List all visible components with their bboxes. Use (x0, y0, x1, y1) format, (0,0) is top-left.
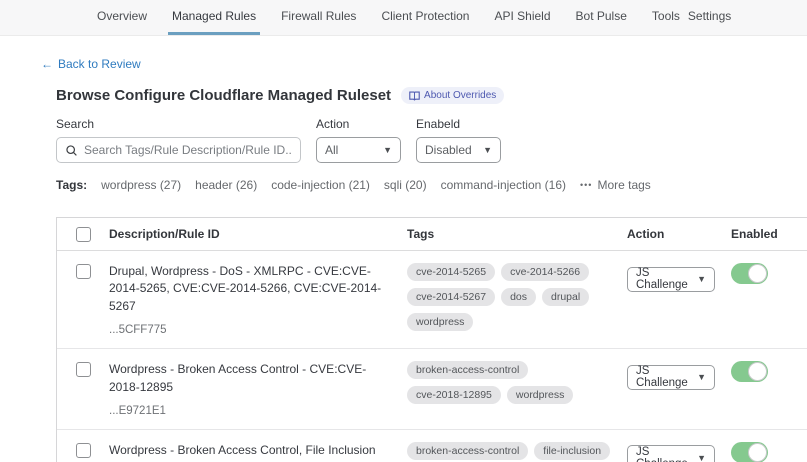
rule-tags: broken-access-controlfile-inclusionwordp… (407, 430, 627, 462)
search-input[interactable] (84, 143, 292, 157)
toggle-knob (748, 264, 767, 283)
column-tags: Tags (407, 227, 627, 241)
enabled-label: Enabeld (416, 117, 501, 131)
tag-pill: cve-2018-12895 (407, 386, 501, 404)
badge-label: About Overrides (424, 90, 496, 101)
page-title: Browse Configure Cloudflare Managed Rule… (56, 87, 391, 104)
action-filter-group: Action All ▼ (316, 117, 401, 163)
enabled-filter-value: Disabled (425, 143, 472, 157)
row-checkbox[interactable] (76, 362, 91, 377)
chevron-down-icon: ▼ (383, 145, 392, 155)
select-all-checkbox[interactable] (76, 227, 91, 242)
tag-pill: wordpress (407, 313, 473, 331)
rule-tags: cve-2014-5265 cve-2014-5266 cve-2014-5267 d… (407, 251, 627, 348)
back-to-review-link[interactable]: ← Back to Review (41, 57, 141, 71)
tab-api-shield[interactable]: API Shield (490, 0, 554, 35)
ellipsis-icon: ••• (580, 180, 592, 190)
action-filter-select[interactable]: All ▼ (316, 137, 401, 163)
tag-pill: dos (501, 288, 536, 306)
rule-tags: broken-access-control cve-2018-12895 wordp… (407, 349, 627, 429)
rule-id: ...5CFF775 (109, 324, 407, 336)
main-content: ← Back to Review Browse Configure Cloudf… (0, 36, 807, 462)
column-enabled: Enabled (731, 227, 807, 241)
tab-firewall-rules[interactable]: Firewall Rules (277, 0, 360, 35)
table-row: Wordpress - Broken Access Control, File … (57, 430, 807, 462)
table-body: Drupal, Wordpress - DoS - XMLRPC - CVE:C… (57, 251, 807, 462)
action-filter-value: All (325, 143, 338, 157)
action-select-value: JS Challenge (636, 446, 697, 462)
tab-overview[interactable]: Overview (93, 0, 151, 35)
chevron-down-icon: ▼ (697, 274, 706, 284)
table-row: Wordpress - Broken Access Control - CVE:… (57, 349, 807, 430)
toggle-knob (748, 443, 767, 462)
chevron-down-icon: ▼ (483, 145, 492, 155)
rule-id: ...E9721E1 (109, 405, 407, 417)
tag-pill: wordpress (507, 386, 573, 404)
toggle-knob (748, 362, 767, 381)
enabled-toggle[interactable] (731, 442, 768, 462)
rule-description: Drupal, Wordpress - DoS - XMLRPC - CVE:C… (109, 263, 407, 315)
column-action: Action (627, 227, 731, 241)
tags-label: Tags: (56, 178, 87, 192)
tag-pill: cve-2014-5265 (407, 263, 495, 281)
tag-filter-item[interactable]: sqli (20) (384, 178, 427, 192)
chevron-down-icon: ▼ (697, 372, 706, 382)
action-select[interactable]: JS Challenge▼ (627, 267, 715, 292)
tab-tools[interactable]: Tools (648, 0, 684, 35)
tag-pill: drupal (542, 288, 589, 306)
tag-pill: file-inclusion (534, 442, 610, 460)
tag-filter-item[interactable]: header (26) (195, 178, 257, 192)
tag-filter-item[interactable]: code-injection (21) (271, 178, 370, 192)
tag-pill: broken-access-control (407, 361, 528, 379)
tag-pill: cve-2014-5267 (407, 288, 495, 306)
tab-managed-rules[interactable]: Managed Rules (168, 0, 260, 35)
chevron-down-icon: ▼ (697, 453, 706, 462)
tag-filter-item[interactable]: wordpress (27) (101, 178, 181, 192)
tag-pill: broken-access-control (407, 442, 528, 460)
nav-tabs: Overview Managed Rules Firewall Rules Clien… (93, 0, 684, 35)
tab-settings[interactable]: Settings (684, 0, 735, 35)
action-select[interactable]: JS Challenge▼ (627, 445, 715, 462)
arrow-left-icon: ← (41, 57, 53, 71)
more-tags-label: More tags (597, 178, 650, 192)
rule-description: Wordpress - Broken Access Control - CVE:… (109, 361, 407, 396)
action-select-value: JS Challenge (636, 365, 697, 389)
tag-filter-items: wordpress (27) header (26) code-injection … (101, 178, 566, 192)
tag-pill: cve-2014-5266 (501, 263, 589, 281)
search-icon (65, 144, 78, 157)
search-field-group: Search (56, 117, 301, 163)
more-tags-button[interactable]: ••• More tags (580, 178, 651, 192)
column-description: Description/Rule ID (109, 227, 407, 241)
tag-filter-item[interactable]: command-injection (16) (441, 178, 566, 192)
about-overrides-badge[interactable]: About Overrides (401, 87, 504, 104)
tab-client-protection[interactable]: Client Protection (377, 0, 473, 35)
search-label: Search (56, 117, 301, 131)
rule-description: Wordpress - Broken Access Control, File … (109, 442, 407, 459)
row-checkbox[interactable] (76, 264, 91, 279)
action-select[interactable]: JS Challenge▼ (627, 365, 715, 390)
enabled-toggle[interactable] (731, 263, 768, 284)
top-navigation: Overview Managed Rules Firewall Rules Clien… (0, 0, 807, 36)
book-icon (409, 91, 420, 101)
back-link-label: Back to Review (58, 57, 141, 71)
search-box[interactable] (56, 137, 301, 163)
action-label: Action (316, 117, 401, 131)
tag-filter-row: Tags: wordpress (27) header (26) code-inje… (56, 178, 785, 192)
table-header: Description/Rule ID Tags Action Enabled (57, 218, 807, 251)
tab-bot-pulse[interactable]: Bot Pulse (572, 0, 631, 35)
rules-table: Description/Rule ID Tags Action Enabled … (56, 217, 807, 462)
enabled-toggle[interactable] (731, 361, 768, 382)
action-select-value: JS Challenge (636, 267, 697, 291)
enabled-filter-group: Enabeld Disabled ▼ (416, 117, 501, 163)
table-row: Drupal, Wordpress - DoS - XMLRPC - CVE:C… (57, 251, 807, 349)
enabled-filter-select[interactable]: Disabled ▼ (416, 137, 501, 163)
row-checkbox[interactable] (76, 443, 91, 458)
